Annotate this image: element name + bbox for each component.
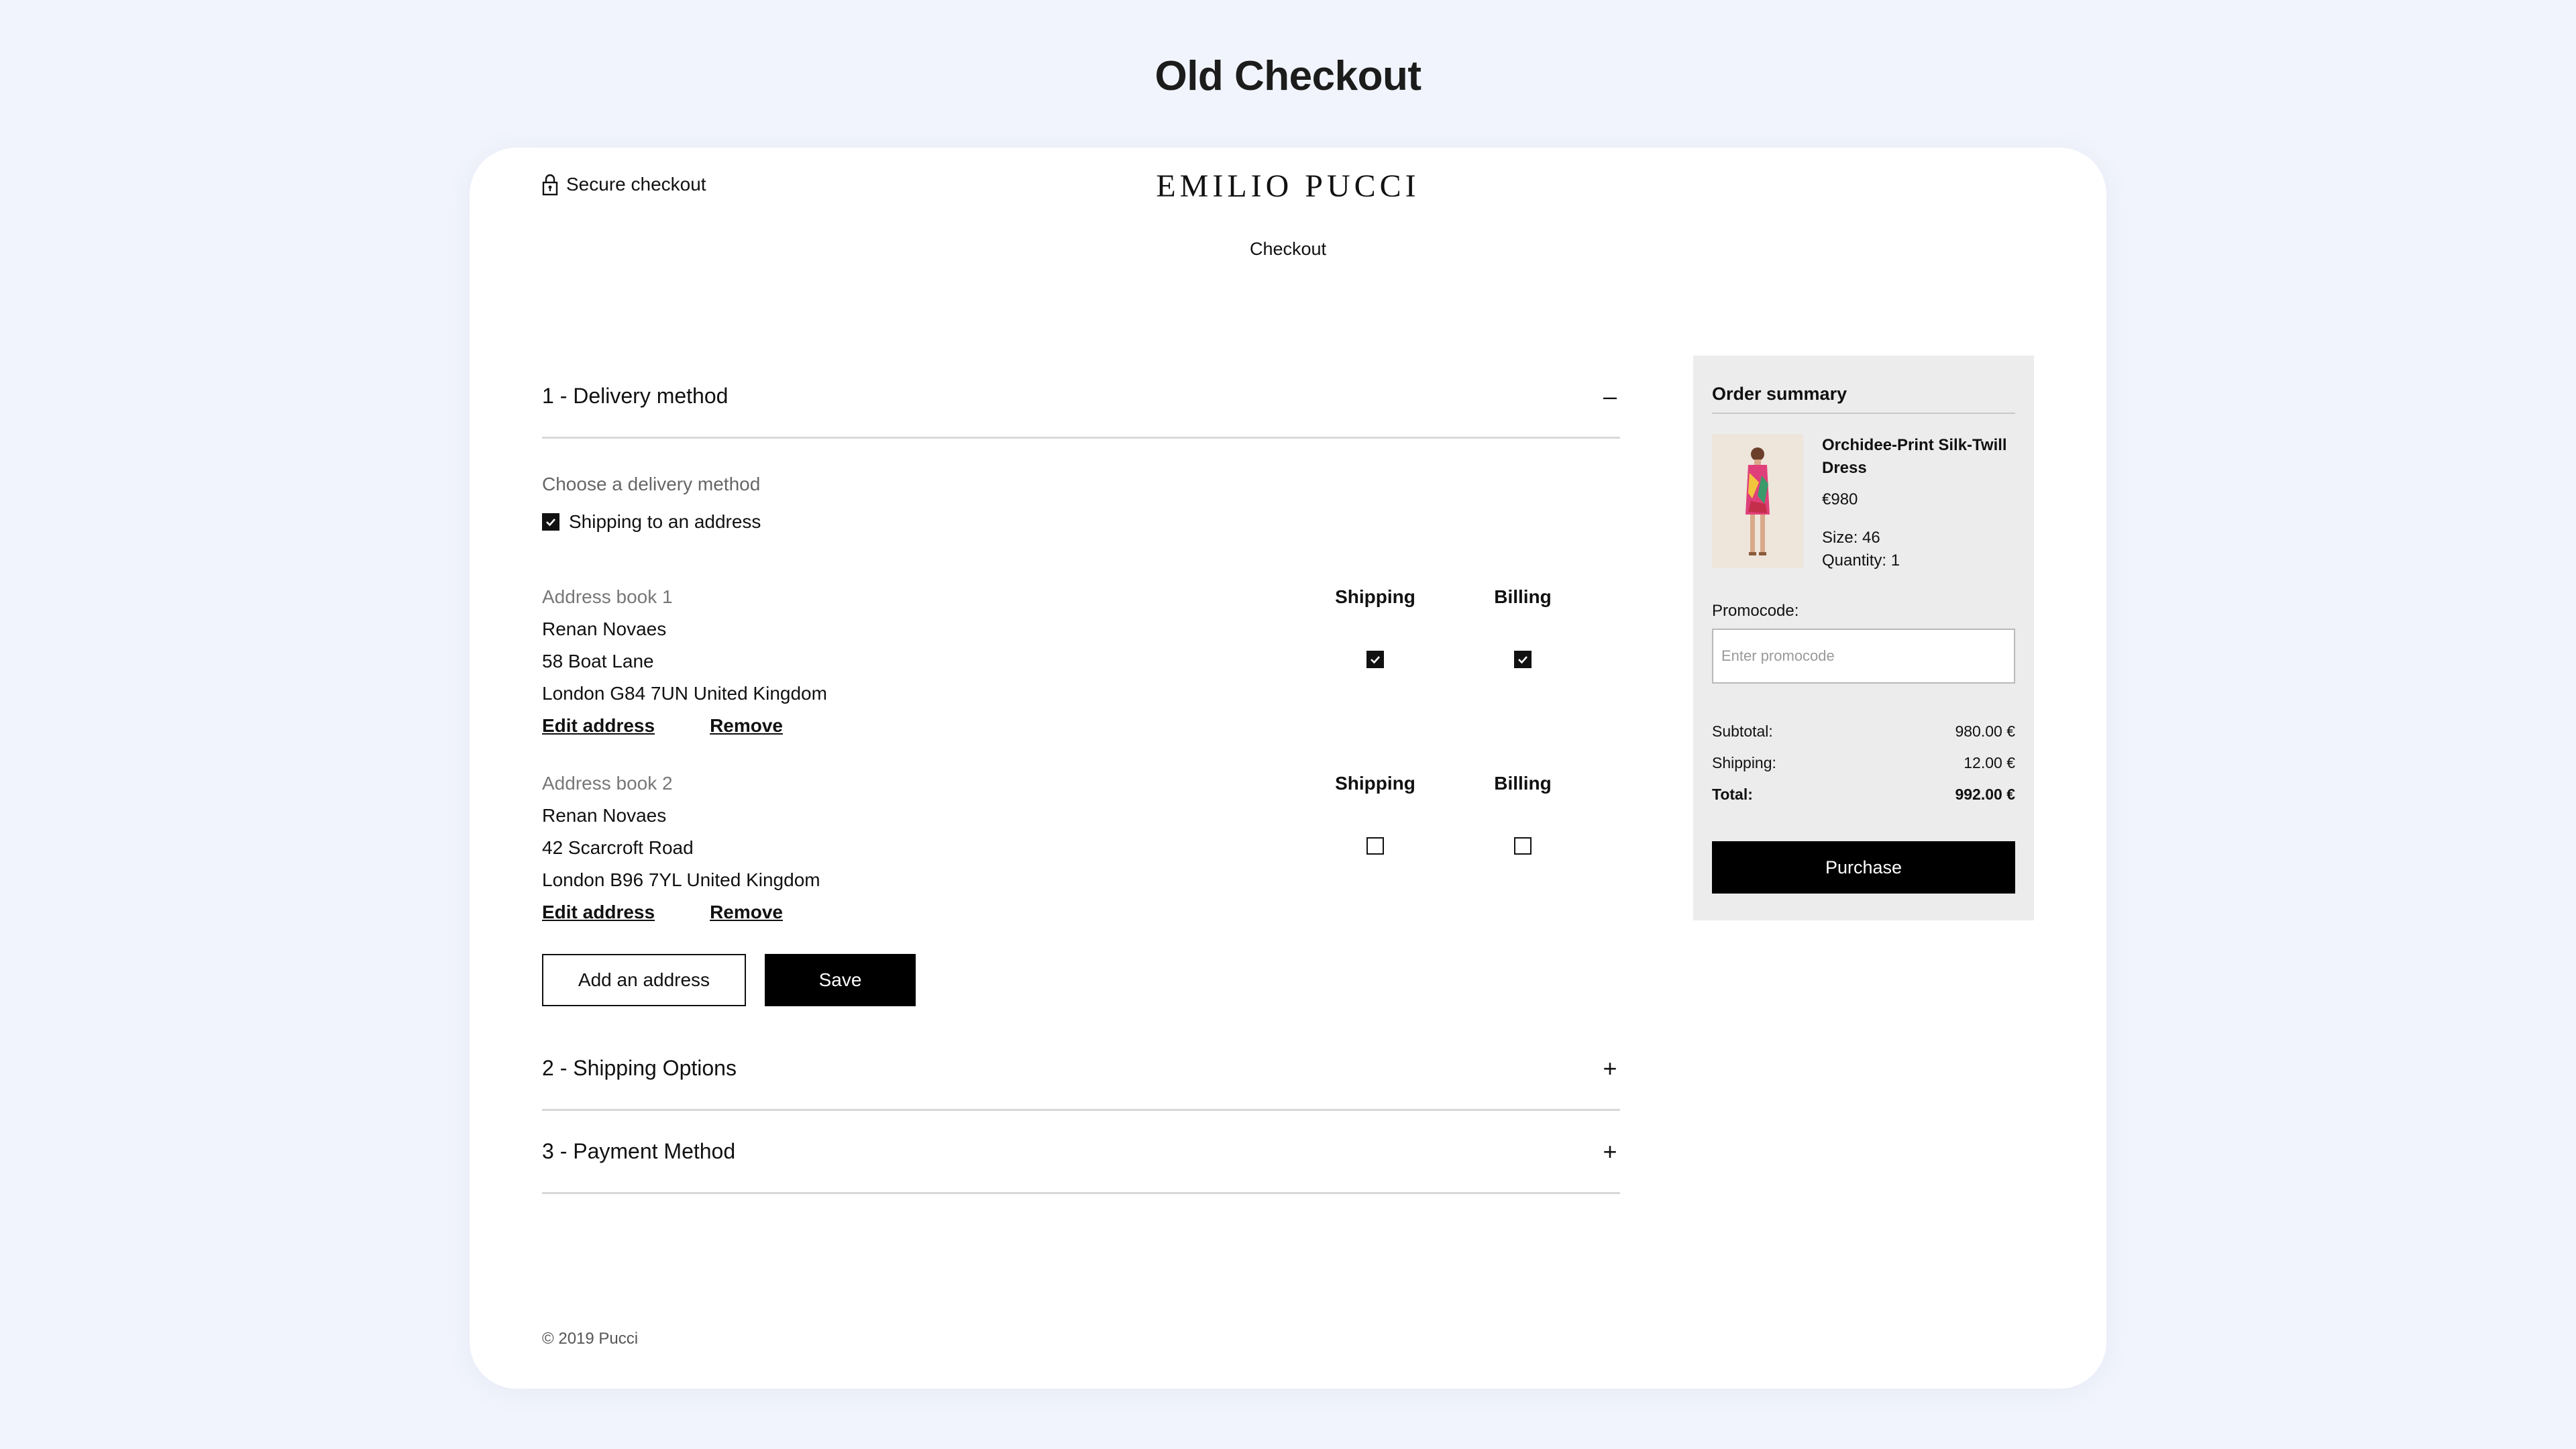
total-value: 992.00 €	[1955, 786, 2015, 803]
brand-logo[interactable]: EMILIO PUCCI	[470, 168, 2106, 205]
billing-checkbox[interactable]	[1514, 651, 1532, 668]
subtotal-row: Subtotal: 980.00 €	[1712, 716, 2015, 747]
checkout-main: 1 - Delivery method – Choose a delivery …	[542, 356, 1620, 1194]
address-book-entry: Address book 1 Renan Novaes 58 Boat Lane…	[542, 581, 1620, 767]
shipping-cost-value: 12.00 €	[1964, 754, 2015, 771]
address-title: Address book 1	[542, 586, 673, 607]
shipping-cost-label: Shipping:	[1712, 754, 1776, 771]
remove-address-link[interactable]: Remove	[710, 896, 783, 928]
section-title: 2 - Shipping Options	[542, 1056, 737, 1080]
subtotal-label: Subtotal:	[1712, 722, 1773, 740]
purchase-button[interactable]: Purchase	[1712, 841, 2015, 894]
shipping-checkbox[interactable]	[1366, 651, 1384, 668]
product-price: €980	[1822, 490, 1858, 508]
footer-copyright: © 2019 Pucci	[542, 1330, 639, 1348]
product-quantity: Quantity: 1	[1822, 551, 1900, 570]
section-shipping-options[interactable]: 2 - Shipping Options +	[542, 1028, 1620, 1111]
order-summary: Order summary Orchidee-Print Silk-Twill …	[1693, 356, 2034, 920]
address-title: Address book 2	[542, 773, 673, 794]
expand-icon[interactable]: +	[1600, 1055, 1620, 1083]
shipping-row: Shipping: 12.00 €	[1712, 747, 2015, 779]
product-item: Orchidee-Print Silk-Twill Dress €980 Siz…	[1712, 434, 2015, 572]
product-name[interactable]: Orchidee-Print Silk-Twill Dress	[1822, 434, 2015, 480]
address-name: Renan Novaes	[542, 805, 667, 826]
shipping-to-address-label: Shipping to an address	[569, 511, 761, 532]
checkout-card: Secure checkout EMILIO PUCCI Checkout 1 …	[470, 148, 2106, 1389]
product-size: Size: 46	[1822, 529, 1880, 547]
section-delivery-method[interactable]: 1 - Delivery method –	[542, 356, 1620, 439]
save-button[interactable]: Save	[765, 954, 916, 1006]
billing-column-header: Billing	[1494, 773, 1552, 794]
promocode-label: Promocode:	[1712, 602, 1799, 620]
shipping-to-address-checkbox[interactable]	[542, 513, 559, 531]
page-subtitle: Checkout	[1249, 239, 1327, 259]
address-street: 58 Boat Lane	[542, 651, 654, 672]
section-title: 3 - Payment Method	[542, 1139, 736, 1163]
remove-address-link[interactable]: Remove	[710, 710, 783, 742]
address-street: 42 Scarcroft Road	[542, 837, 694, 858]
section-title: 1 - Delivery method	[542, 384, 729, 408]
add-address-button[interactable]: Add an address	[542, 954, 746, 1006]
page-heading: Old Checkout	[1155, 53, 1421, 99]
shipping-checkbox[interactable]	[1366, 837, 1384, 855]
billing-checkbox[interactable]	[1514, 837, 1532, 855]
shipping-column-header: Shipping	[1335, 586, 1415, 607]
shipping-column-header: Shipping	[1335, 773, 1415, 794]
expand-icon[interactable]: +	[1600, 1138, 1620, 1166]
edit-address-link[interactable]: Edit address	[542, 896, 655, 928]
subtotal-value: 980.00 €	[1955, 722, 2015, 740]
total-label: Total:	[1712, 786, 1753, 803]
billing-column-header: Billing	[1494, 586, 1552, 607]
collapse-icon[interactable]: –	[1600, 382, 1620, 411]
product-image[interactable]	[1712, 434, 1803, 568]
shipping-to-address-option[interactable]: Shipping to an address	[542, 511, 1620, 533]
address-city: London B96 7YL United Kingdom	[542, 869, 820, 890]
address-city: London G84 7UN United Kingdom	[542, 683, 827, 704]
address-name: Renan Novaes	[542, 619, 667, 639]
total-row: Total: 992.00 €	[1712, 779, 2015, 810]
choose-delivery-label: Choose a delivery method	[542, 474, 761, 494]
address-book-entry: Address book 2 Renan Novaes 42 Scarcroft…	[542, 767, 1620, 954]
promocode-input[interactable]	[1712, 629, 2015, 684]
order-summary-title: Order summary	[1712, 384, 2015, 414]
section-payment-method[interactable]: 3 - Payment Method +	[542, 1111, 1620, 1194]
edit-address-link[interactable]: Edit address	[542, 710, 655, 742]
order-totals: Subtotal: 980.00 € Shipping: 12.00 € Tot…	[1712, 716, 2015, 810]
